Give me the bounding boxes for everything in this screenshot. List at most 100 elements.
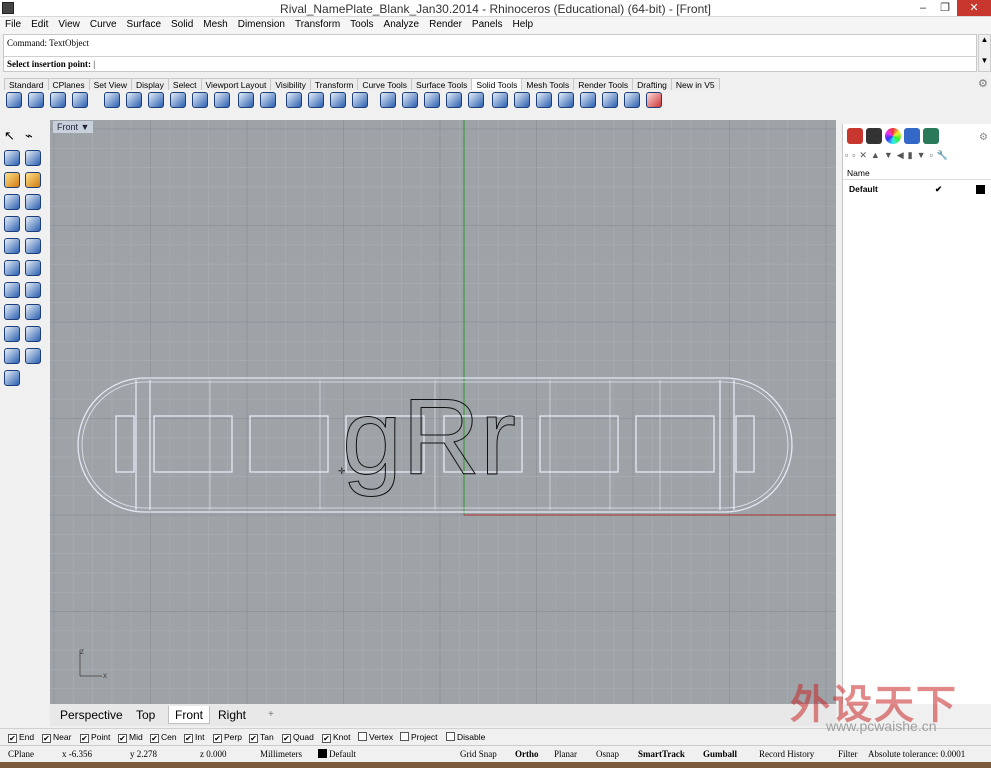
viewport-canvas[interactable]: gRr ✛ z x <box>50 120 836 704</box>
menu-surface[interactable]: Surface <box>122 17 166 30</box>
osnap-checkbox[interactable]: ✔ <box>282 734 291 743</box>
toolbar-tab-curve-tools[interactable]: Curve Tools <box>357 78 413 90</box>
polyline-icon[interactable] <box>4 150 20 166</box>
properties-icon[interactable] <box>923 128 939 144</box>
toolbar-tab-mesh-tools[interactable]: Mesh Tools <box>521 78 575 90</box>
panel-gear-icon[interactable]: ⚙ <box>979 132 988 143</box>
curve-icon[interactable] <box>25 150 41 166</box>
menu-help[interactable]: Help <box>508 17 539 30</box>
osnap-perp[interactable]: ✔ Perp <box>213 732 242 743</box>
toolbar-tab-drafting[interactable]: Drafting <box>632 78 672 90</box>
shell-icon[interactable] <box>25 326 41 342</box>
menu-analyze[interactable]: Analyze <box>379 17 425 30</box>
arc-icon[interactable] <box>25 172 41 188</box>
help-icon[interactable] <box>904 128 920 144</box>
menu-file[interactable]: File <box>0 17 26 30</box>
osnap-toggle[interactable]: Osnap <box>596 749 619 759</box>
scroll-down-icon[interactable]: ▼ <box>979 56 990 65</box>
pipe-icon[interactable] <box>25 282 41 298</box>
circle-icon[interactable] <box>4 172 20 188</box>
osnap-checkbox[interactable] <box>358 732 367 741</box>
solid-tool-icon[interactable] <box>28 92 44 108</box>
menu-tools[interactable]: Tools <box>345 17 378 30</box>
solid-tool-icon[interactable] <box>72 92 88 108</box>
extrude-icon[interactable] <box>4 304 20 320</box>
osnap-checkbox[interactable] <box>400 732 409 741</box>
solid-tool-icon[interactable] <box>514 92 530 108</box>
toolbar-tab-surface-tools[interactable]: Surface Tools <box>411 78 473 90</box>
solid-tool-icon[interactable] <box>192 92 208 108</box>
ortho-toggle[interactable]: Ortho <box>515 749 539 759</box>
menu-render[interactable]: Render <box>424 17 467 30</box>
tab-right[interactable]: Right <box>212 706 252 724</box>
restore-button[interactable]: ❐ <box>934 0 956 16</box>
gear-icon[interactable]: ⚙ <box>978 77 988 90</box>
analyze-icon[interactable] <box>25 348 41 364</box>
point-icon[interactable]: ⌁ <box>25 128 41 144</box>
solid-tool-icon[interactable] <box>50 92 66 108</box>
toolbar-tab-render-tools[interactable]: Render Tools <box>573 78 634 90</box>
minimize-button[interactable]: – <box>912 0 934 16</box>
osnap-checkbox[interactable] <box>446 732 455 741</box>
osnap-project[interactable]: Project <box>400 732 437 742</box>
pyramid-icon[interactable] <box>25 238 41 254</box>
menu-solid[interactable]: Solid <box>166 17 198 30</box>
select-arrow-icon[interactable]: ↖ <box>4 128 20 144</box>
toolbar-tab-new-in-v5[interactable]: New in V5 <box>670 78 720 90</box>
solid-icon[interactable] <box>25 194 41 210</box>
box-icon[interactable] <box>4 194 20 210</box>
tube-icon[interactable] <box>25 260 41 276</box>
solid-tool-icon[interactable] <box>148 92 164 108</box>
osnap-checkbox[interactable]: ✔ <box>8 734 17 743</box>
solid-tool-icon[interactable] <box>380 92 396 108</box>
osnap-checkbox[interactable]: ✔ <box>322 734 331 743</box>
cone-icon[interactable] <box>4 238 20 254</box>
toolbar-tab-transform[interactable]: Transform <box>309 78 359 90</box>
command-scrollbar[interactable]: ▲ ▼ <box>978 34 991 72</box>
solid-tool-icon[interactable] <box>126 92 142 108</box>
osnap-checkbox[interactable]: ✔ <box>80 734 89 743</box>
solid-tool-icon[interactable] <box>260 92 276 108</box>
tab-perspective[interactable]: Perspective <box>54 706 129 724</box>
fillet-icon[interactable] <box>4 326 20 342</box>
solid-tool-icon[interactable] <box>286 92 302 108</box>
add-viewport-icon[interactable]: + <box>262 706 280 724</box>
toolbar-tab-standard[interactable]: Standard <box>4 78 49 90</box>
solid-tool-icon[interactable] <box>352 92 368 108</box>
solid-tool-icon[interactable] <box>238 92 254 108</box>
display-icon[interactable] <box>866 128 882 144</box>
osnap-checkbox[interactable]: ✔ <box>150 734 159 743</box>
solid-tool-icon[interactable] <box>558 92 574 108</box>
toolbar-tab-display[interactable]: Display <box>131 78 169 90</box>
status-units[interactable]: Millimeters <box>260 749 302 759</box>
osnap-quad[interactable]: ✔ Quad <box>282 732 314 743</box>
dropdown-icon[interactable]: ▼ <box>81 122 90 132</box>
osnap-checkbox[interactable]: ✔ <box>249 734 258 743</box>
viewport-title[interactable]: Front <box>57 122 78 132</box>
toolbar-tab-viewport-layout[interactable]: Viewport Layout <box>200 78 272 90</box>
osnap-checkbox[interactable]: ✔ <box>118 734 127 743</box>
toolbar-tab-set-view[interactable]: Set View <box>88 78 133 90</box>
toolbar-tab-visibility[interactable]: Visibility <box>270 78 311 90</box>
osnap-end[interactable]: ✔ End <box>8 732 34 743</box>
menu-transform[interactable]: Transform <box>290 17 345 30</box>
tab-top[interactable]: Top <box>130 706 161 724</box>
solid-tool-icon[interactable] <box>468 92 484 108</box>
solid-tool-icon[interactable] <box>308 92 324 108</box>
solid-tool-icon[interactable] <box>214 92 230 108</box>
toolbar-tab-cplanes[interactable]: CPlanes <box>47 78 90 90</box>
osnap-int[interactable]: ✔ Int <box>184 732 204 743</box>
command-prompt[interactable]: Select insertion point: | <box>4 56 976 71</box>
scroll-up-icon[interactable]: ▲ <box>979 35 990 44</box>
osnap-cen[interactable]: ✔ Cen <box>150 732 177 743</box>
smarttrack-toggle[interactable]: SmartTrack <box>638 749 685 759</box>
osnap-point[interactable]: ✔ Point <box>80 732 110 743</box>
mesh-icon[interactable] <box>4 370 20 386</box>
grid-snap-toggle[interactable]: Grid Snap <box>460 749 497 759</box>
cylinder-icon[interactable] <box>4 260 20 276</box>
layers-icon[interactable] <box>847 128 863 144</box>
menu-mesh[interactable]: Mesh <box>198 17 232 30</box>
solid-tool-icon[interactable] <box>104 92 120 108</box>
solid-tool-icon[interactable] <box>492 92 508 108</box>
tab-front[interactable]: Front <box>168 706 211 724</box>
